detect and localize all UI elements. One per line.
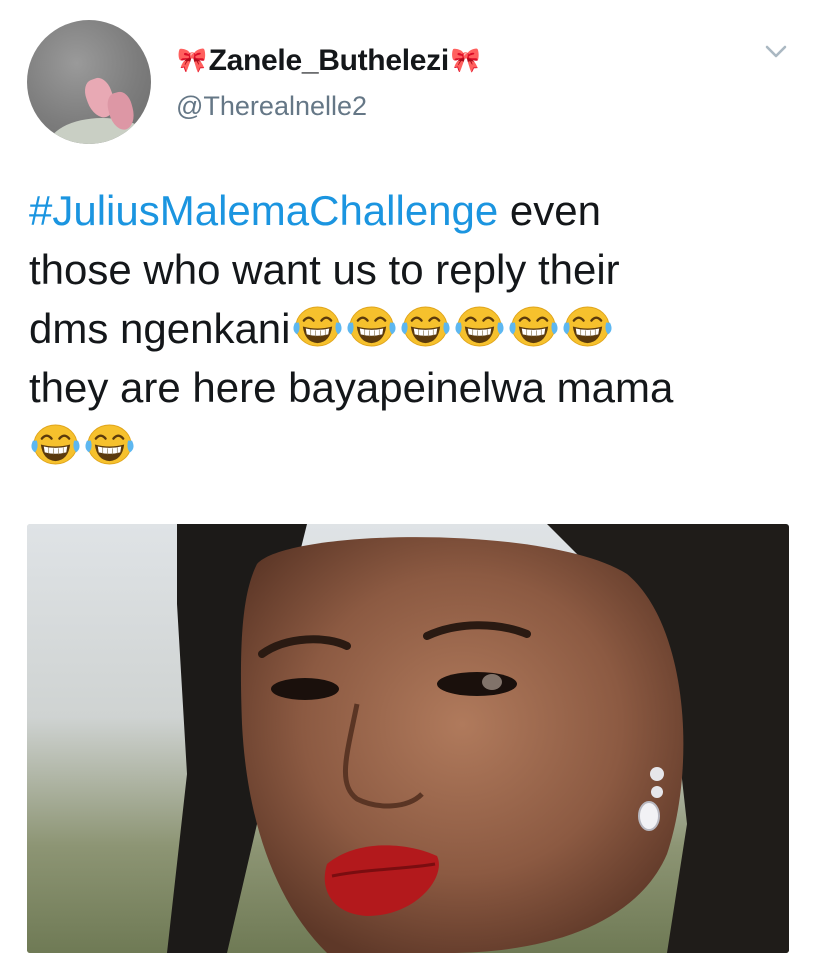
face-with-tears-of-joy-icon	[85, 424, 134, 465]
user-handle[interactable]: @Therealnelle2	[176, 91, 367, 122]
face-with-tears-of-joy-icon	[31, 424, 80, 465]
tweet-line-5	[29, 417, 799, 476]
tweet-card: 🎀 Zanele_Buthelezi 🎀 @Therealnelle2 #Jul…	[0, 0, 815, 960]
display-name-text: Zanele_Buthelezi	[208, 44, 450, 77]
ribbon-bow-icon: 🎀	[177, 47, 207, 74]
tweet-line-4: they are here bayapeinelwa mama	[29, 364, 674, 411]
ribbon-bow-icon: 🎀	[450, 47, 481, 74]
hashtag-link[interactable]: #JuliusMalemaChallenge	[29, 187, 498, 234]
tweet-text: #JuliusMalemaChallenge even those who wa…	[29, 181, 799, 476]
emoji-group	[29, 423, 137, 470]
face-with-tears-of-joy-icon	[454, 306, 504, 347]
face-with-tears-of-joy-icon	[346, 306, 396, 347]
tweet-line-2: those who want us to reply their	[29, 246, 620, 293]
avatar[interactable]	[27, 20, 151, 144]
display-name[interactable]: 🎀 Zanele_Buthelezi 🎀	[175, 44, 482, 78]
face-with-tears-of-joy-icon	[508, 306, 558, 347]
tweet-line-3: dms ngenkani	[29, 299, 799, 358]
tweet-line-1: #JuliusMalemaChallenge even	[29, 187, 602, 234]
face-with-tears-of-joy-icon	[292, 306, 342, 347]
chevron-down-icon[interactable]	[761, 41, 791, 63]
face-with-tears-of-joy-icon	[400, 306, 450, 347]
emoji-group	[291, 305, 615, 352]
tweet-media-image[interactable]	[27, 524, 789, 953]
face-with-tears-of-joy-icon	[562, 306, 612, 347]
